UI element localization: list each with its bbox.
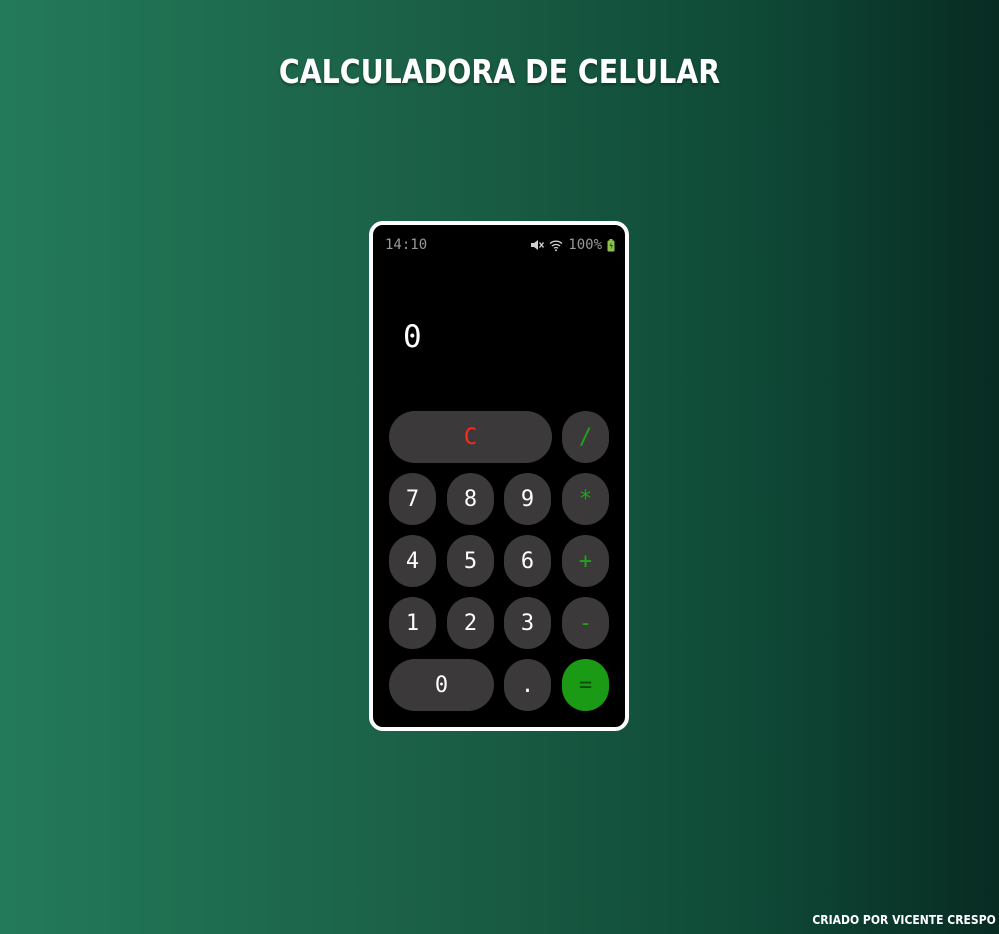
phone-frame: 14:10 100% 0 C / 7 8 9 * 4 5 6 + 1 2 3 -… — [369, 221, 629, 731]
wifi-icon — [549, 238, 563, 252]
digit-4-button[interactable]: 4 — [389, 535, 436, 587]
digit-7-button[interactable]: 7 — [389, 473, 436, 525]
divide-button[interactable]: / — [562, 411, 609, 463]
battery-percent: 100% — [568, 237, 602, 253]
digit-5-button[interactable]: 5 — [447, 535, 494, 587]
digit-1-button[interactable]: 1 — [389, 597, 436, 649]
status-right: 100% — [530, 237, 615, 253]
mute-icon — [530, 238, 545, 252]
battery-icon — [607, 238, 615, 252]
status-bar: 14:10 100% — [385, 235, 615, 255]
add-button[interactable]: + — [562, 535, 609, 587]
status-time: 14:10 — [385, 237, 428, 253]
clear-button[interactable]: C — [389, 411, 552, 463]
digit-3-button[interactable]: 3 — [504, 597, 551, 649]
decimal-button[interactable]: . — [504, 659, 551, 711]
digit-0-button[interactable]: 0 — [389, 659, 494, 711]
digit-2-button[interactable]: 2 — [447, 597, 494, 649]
digit-8-button[interactable]: 8 — [447, 473, 494, 525]
digit-6-button[interactable]: 6 — [504, 535, 551, 587]
page-title: CALCULADORA DE CELULAR — [278, 52, 721, 91]
multiply-button[interactable]: * — [562, 473, 609, 525]
author-credit: CRIADO POR VICENTE CRESPO — [812, 913, 996, 927]
calculator-display: 0 — [403, 319, 422, 355]
subtract-button[interactable]: - — [562, 597, 609, 649]
equals-button[interactable]: = — [562, 659, 609, 711]
digit-9-button[interactable]: 9 — [504, 473, 551, 525]
